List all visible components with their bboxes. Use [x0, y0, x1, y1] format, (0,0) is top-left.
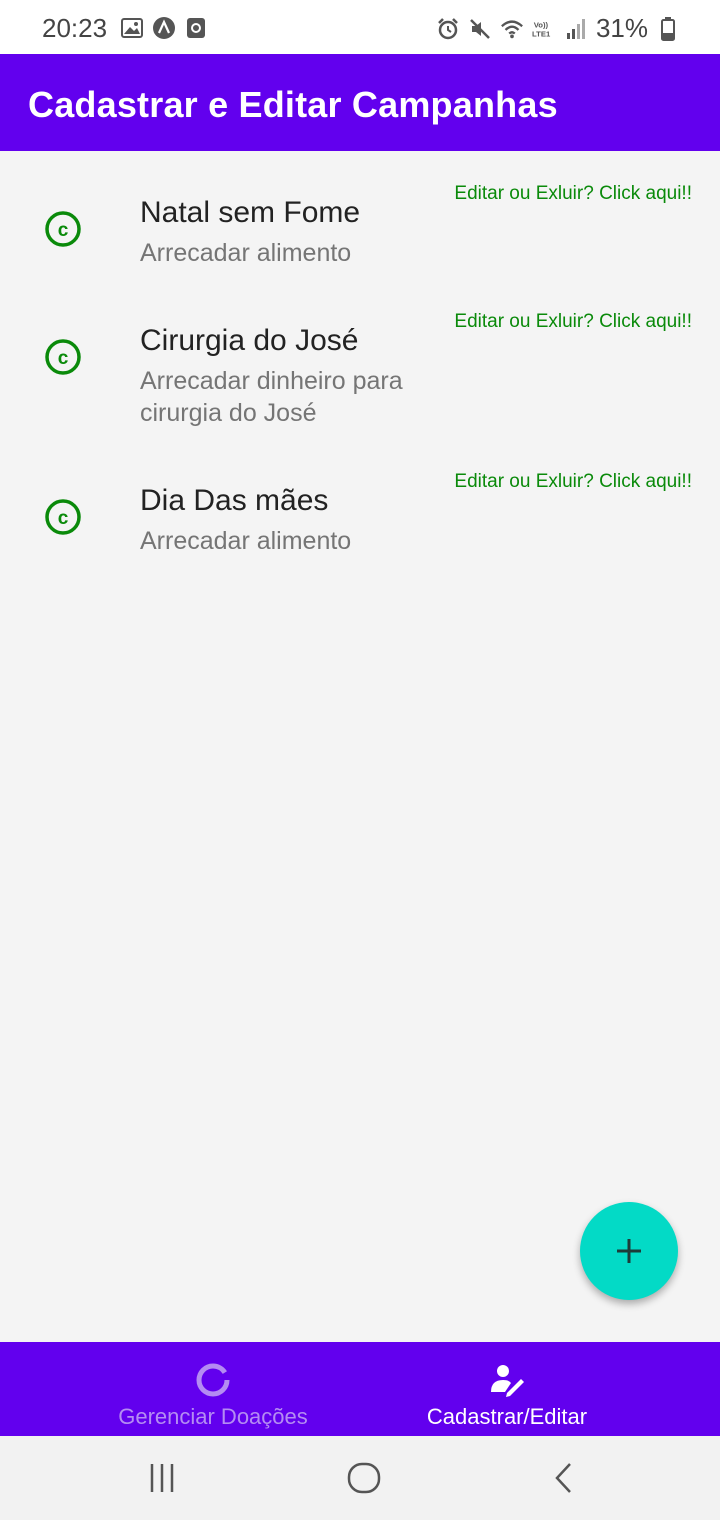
app-icon	[152, 16, 176, 40]
status-bar: 20:23 Vo)) LTE1 31%	[0, 0, 720, 54]
plus-icon	[617, 1239, 641, 1263]
copyright-icon: c	[45, 339, 81, 375]
gallery-icon	[120, 16, 144, 40]
recent-apps-icon	[150, 1464, 174, 1492]
back-icon	[555, 1463, 571, 1493]
wifi-icon	[500, 17, 524, 41]
status-time: 20:23	[42, 13, 108, 43]
alarm-icon	[436, 17, 460, 41]
status-left-icons	[120, 16, 208, 40]
list-item[interactable]: c Natal sem Fome Arrecadar alimento Edit…	[0, 151, 720, 279]
notification-icon	[184, 16, 208, 40]
battery-percent: 31%	[595, 13, 648, 43]
campaign-title: Cirurgia do José	[140, 324, 359, 357]
campaign-description: Arrecadar dinheiro para cirurgia do José	[140, 367, 403, 427]
page-title: Cadastrar e Editar Campanhas	[28, 84, 558, 125]
mute-icon	[468, 17, 492, 41]
system-nav-bar	[0, 1436, 720, 1520]
add-campaign-button[interactable]	[580, 1202, 678, 1300]
donut-icon	[196, 1363, 230, 1397]
copyright-icon: c	[45, 211, 81, 247]
user-edit-icon	[491, 1365, 524, 1397]
app-bar: Cadastrar e Editar Campanhas	[0, 54, 720, 151]
svg-text:LTE1: LTE1	[532, 29, 551, 38]
edit-delete-link[interactable]: Editar ou Exluir? Click aqui!!	[454, 183, 692, 205]
campaign-title: Natal sem Fome	[140, 196, 361, 229]
list-item[interactable]: c Dia Das mães Arrecadar alimento Editar…	[0, 439, 720, 567]
svg-text:c: c	[58, 508, 69, 529]
campaign-title: Dia Das mães	[140, 484, 329, 517]
bottom-nav: Gerenciar Doações Cadastrar/Editar	[0, 1342, 720, 1436]
recent-apps-button[interactable]	[142, 1458, 182, 1498]
edit-delete-link[interactable]: Editar ou Exluir? Click aqui!!	[454, 471, 692, 493]
svg-text:c: c	[58, 348, 69, 369]
svg-text:Vo)): Vo))	[534, 20, 549, 29]
home-button[interactable]	[344, 1458, 384, 1498]
campaign-description: Arrecadar alimento	[140, 239, 352, 267]
nav-label: Gerenciar Doações	[118, 1404, 308, 1429]
home-icon	[347, 1462, 381, 1494]
edit-delete-link[interactable]: Editar ou Exluir? Click aqui!!	[454, 311, 692, 333]
svg-text:c: c	[58, 220, 69, 241]
signal-icon	[564, 17, 588, 41]
nav-label: Cadastrar/Editar	[426, 1404, 588, 1429]
back-button[interactable]	[544, 1458, 584, 1498]
campaign-list: c Natal sem Fome Arrecadar alimento Edit…	[0, 151, 720, 567]
battery-icon	[656, 16, 680, 41]
campaign-description: Arrecadar alimento	[140, 527, 352, 555]
copyright-icon: c	[45, 499, 81, 535]
volte-icon: Vo)) LTE1	[532, 17, 556, 41]
list-item[interactable]: c Cirurgia do José Arrecadar dinheiro pa…	[0, 279, 720, 439]
nav-item-cadastrar-editar[interactable]: Cadastrar/Editar	[300, 1342, 714, 1436]
status-right: Vo)) LTE1 31%	[436, 13, 680, 44]
